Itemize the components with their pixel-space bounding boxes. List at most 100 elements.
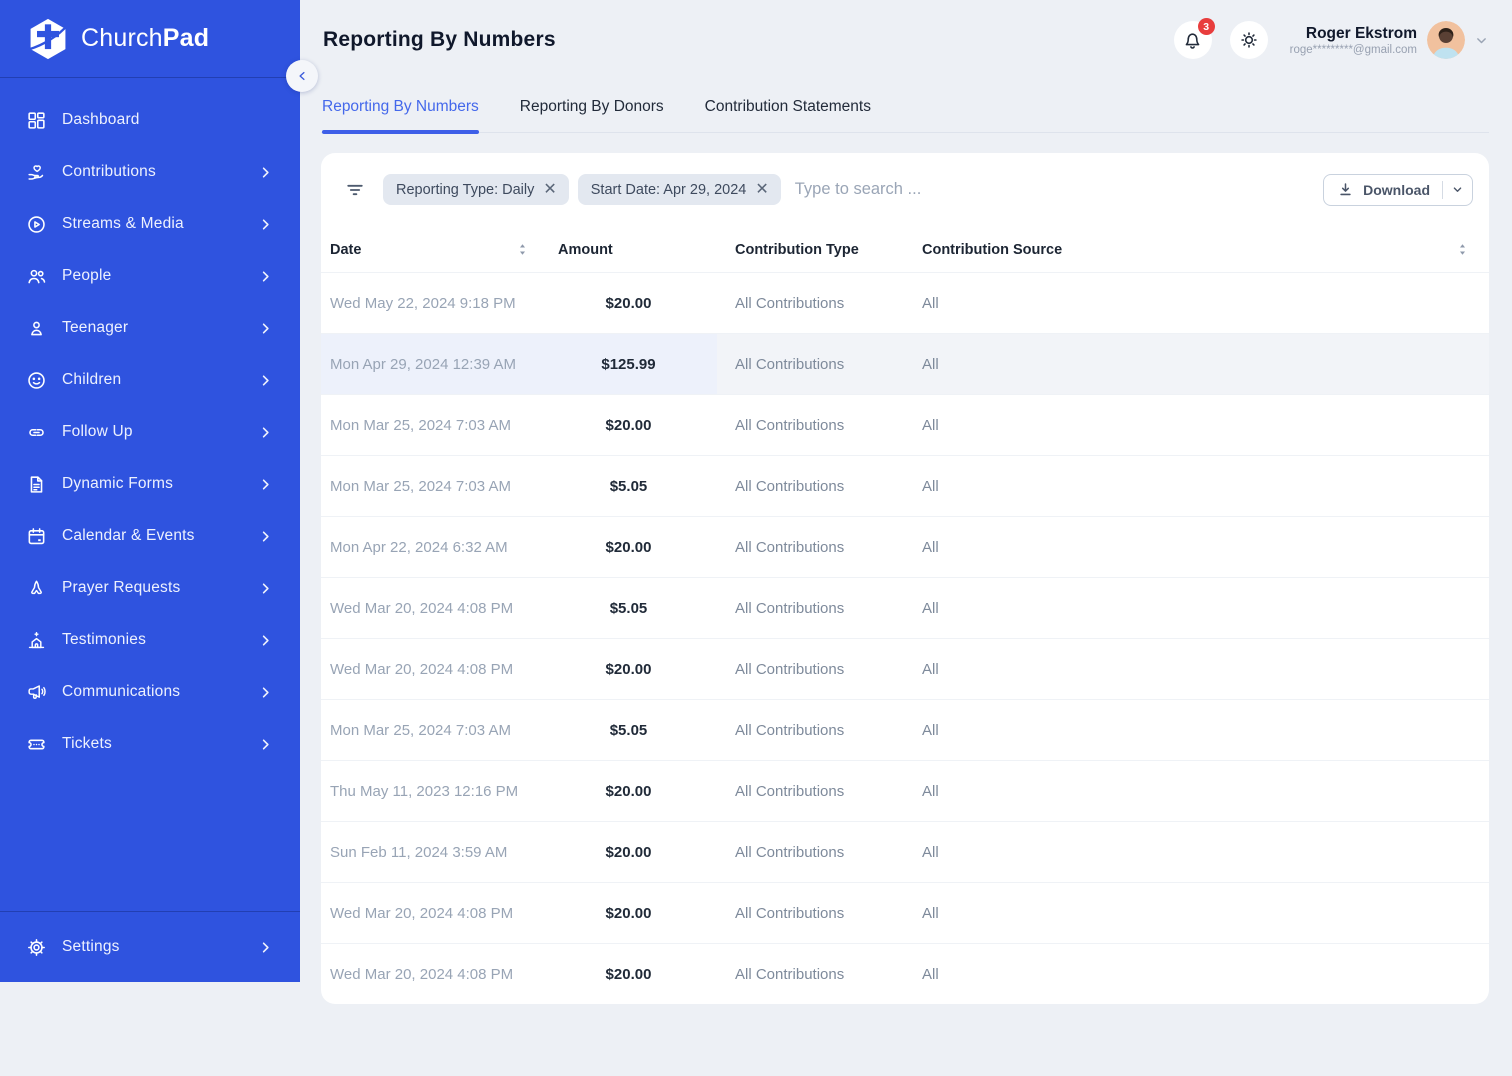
sidebar-item-communications[interactable]: Communications xyxy=(0,666,300,718)
table-header: Date Amount Contribution Type Contributi… xyxy=(321,227,1489,272)
sidebar-collapse-button[interactable] xyxy=(286,60,318,92)
notifications-button[interactable]: 3 xyxy=(1173,18,1215,59)
cell-contribution-type: All Contributions xyxy=(735,599,845,617)
chevron-down-icon xyxy=(1475,34,1488,47)
cell-contribution-type: All Contributions xyxy=(735,904,845,922)
chevron-right-icon xyxy=(258,940,273,955)
filter-chip-reporting-type[interactable]: Reporting Type: Daily ✕ xyxy=(383,174,569,205)
table-row[interactable]: Mon Apr 29, 2024 12:39 AM $125.99 All Cont… xyxy=(321,333,1489,394)
table-row[interactable]: Sun Feb 11, 2024 3:59 AM $20.00 All Contri… xyxy=(321,821,1489,882)
sidebar-item-settings[interactable]: Settings xyxy=(0,921,300,973)
cell-date: Mon Mar 25, 2024 7:03 AM xyxy=(330,721,511,739)
cell-contribution-type: All Contributions xyxy=(735,721,845,739)
topbar-actions: 3 Roger Ekstrom roge*********@gmail.com xyxy=(1173,18,1488,59)
tab-bar: Reporting By Numbers Reporting By Donors… xyxy=(321,80,1489,134)
chevron-right-icon xyxy=(258,321,273,336)
sidebar-item-calendar-events[interactable]: Calendar & Events xyxy=(0,510,300,562)
cell-contribution-type: All Contributions xyxy=(735,538,845,556)
page-title: Reporting By Numbers xyxy=(323,28,556,51)
filter-icon[interactable] xyxy=(345,180,365,200)
sidebar-item-teenager[interactable]: Teenager xyxy=(0,302,300,354)
sidebar-item-streams-media[interactable]: Streams & Media xyxy=(0,198,300,250)
gear-icon xyxy=(26,937,47,958)
cell-contribution-source: All xyxy=(922,416,939,434)
tab-reporting-by-donors[interactable]: Reporting By Donors xyxy=(520,80,664,132)
table-row[interactable]: Mon Mar 25, 2024 7:03 AM $5.05 All Contrib… xyxy=(321,699,1489,760)
user-menu[interactable]: Roger Ekstrom roge*********@gmail.com xyxy=(1290,21,1488,59)
filter-row: Reporting Type: Daily ✕ Start Date: Apr … xyxy=(321,153,1489,227)
table-row[interactable]: Wed Mar 20, 2024 4:08 PM $20.00 All Contri… xyxy=(321,638,1489,699)
cell-date: Mon Mar 25, 2024 7:03 AM xyxy=(330,477,511,495)
sidebar-item-testimonies[interactable]: Testimonies xyxy=(0,614,300,666)
notification-badge: 3 xyxy=(1197,18,1215,35)
tab-reporting-by-numbers[interactable]: Reporting By Numbers xyxy=(322,80,479,134)
user-name: Roger Ekstrom xyxy=(1305,24,1417,42)
cell-amount: $5.05 xyxy=(609,599,648,617)
download-label: Download xyxy=(1363,181,1430,198)
sidebar-item-follow-up[interactable]: Follow Up xyxy=(0,406,300,458)
sidebar-item-label: Streams & Media xyxy=(62,215,184,232)
table-row[interactable]: Mon Mar 25, 2024 7:03 AM $5.05 All Contrib… xyxy=(321,455,1489,516)
document-icon xyxy=(26,474,47,495)
column-header-type: Contribution Type xyxy=(735,241,859,258)
cell-contribution-type: All Contributions xyxy=(735,477,845,495)
user-email: roge*********@gmail.com xyxy=(1289,43,1417,56)
cell-contribution-source: All xyxy=(922,477,939,495)
sidebar-item-prayer-requests[interactable]: Prayer Requests xyxy=(0,562,300,614)
close-icon[interactable]: ✕ xyxy=(755,181,768,198)
sidebar-item-contributions[interactable]: Contributions xyxy=(0,146,300,198)
chevron-right-icon xyxy=(258,373,273,388)
sidebar-item-label: Prayer Requests xyxy=(62,579,181,596)
cell-contribution-source: All xyxy=(922,721,939,739)
sidebar-item-children[interactable]: Children xyxy=(0,354,300,406)
table-row[interactable]: Mon Mar 25, 2024 7:03 AM $20.00 All Contri… xyxy=(321,394,1489,455)
cell-contribution-source: All xyxy=(922,965,939,983)
filter-chip-start-date[interactable]: Start Date: Apr 29, 2024 ✕ xyxy=(577,174,781,205)
search-input[interactable] xyxy=(794,180,1312,199)
link-icon xyxy=(26,422,47,443)
chip-label: Start Date: Apr 29, 2024 xyxy=(590,181,747,198)
cell-amount: $20.00 xyxy=(605,904,652,922)
sidebar-item-dashboard[interactable]: Dashboard xyxy=(0,94,300,146)
sort-icon[interactable] xyxy=(1458,243,1467,256)
ticket-icon xyxy=(26,734,47,755)
avatar[interactable] xyxy=(1427,21,1465,59)
cell-contribution-source: All xyxy=(922,843,939,861)
cell-date: Mon Mar 25, 2024 7:03 AM xyxy=(330,416,511,434)
sidebar-item-people[interactable]: People xyxy=(0,250,300,302)
download-dropdown-toggle[interactable] xyxy=(1443,175,1472,205)
play-circle-icon xyxy=(26,214,47,235)
cell-date: Wed May 22, 2024 9:18 PM xyxy=(330,294,516,312)
sidebar-item-label: Testimonies xyxy=(62,631,147,648)
tab-contribution-statements[interactable]: Contribution Statements xyxy=(705,80,871,132)
cell-date: Thu May 11, 2023 12:16 PM xyxy=(330,782,519,800)
table-row[interactable]: Mon Apr 22, 2024 6:32 AM $20.00 All Contri… xyxy=(321,516,1489,577)
close-icon[interactable]: ✕ xyxy=(543,181,556,198)
cell-amount: $20.00 xyxy=(605,965,652,983)
chevron-right-icon xyxy=(258,269,273,284)
sidebar-item-label: Teenager xyxy=(62,319,129,336)
table-row[interactable]: Wed May 22, 2024 9:18 PM $20.00 All Contri… xyxy=(321,272,1489,333)
theme-toggle-button[interactable] xyxy=(1229,21,1268,59)
sort-icon[interactable] xyxy=(518,243,527,256)
settings-section: Settings xyxy=(0,911,300,982)
table-row[interactable]: Thu May 11, 2023 12:16 PM $20.00 All Contr… xyxy=(321,760,1489,821)
cell-date: Mon Apr 29, 2024 12:39 AM xyxy=(321,334,540,394)
download-button[interactable]: Download xyxy=(1324,175,1442,205)
sidebar-item-dynamic-forms[interactable]: Dynamic Forms xyxy=(0,458,300,510)
sidebar-item-tickets[interactable]: Tickets xyxy=(0,718,300,770)
cell-contribution-type: All Contributions xyxy=(735,660,845,678)
cell-contribution-type: All Contributions xyxy=(735,355,845,373)
table-row[interactable]: Wed Mar 20, 2024 4:08 PM $20.00 All Contri… xyxy=(321,882,1489,943)
sidebar-nav: Dashboard Contributions Streams & Media Peo… xyxy=(0,78,300,911)
cell-date: Wed Mar 20, 2024 4:08 PM xyxy=(330,660,514,678)
chevron-right-icon xyxy=(258,633,273,648)
cell-contribution-source: All xyxy=(922,782,939,800)
cell-amount: $20.00 xyxy=(605,782,652,800)
table-row[interactable]: Wed Mar 20, 2024 4:08 PM $20.00 All Contri… xyxy=(321,943,1489,1004)
table-row[interactable]: Wed Mar 20, 2024 4:08 PM $5.05 All Contrib… xyxy=(321,577,1489,638)
cell-amount: $20.00 xyxy=(605,538,652,556)
cell-date: Mon Apr 22, 2024 6:32 AM xyxy=(330,538,508,556)
cell-contribution-type: All Contributions xyxy=(735,843,845,861)
cell-contribution-source: All xyxy=(922,599,939,617)
